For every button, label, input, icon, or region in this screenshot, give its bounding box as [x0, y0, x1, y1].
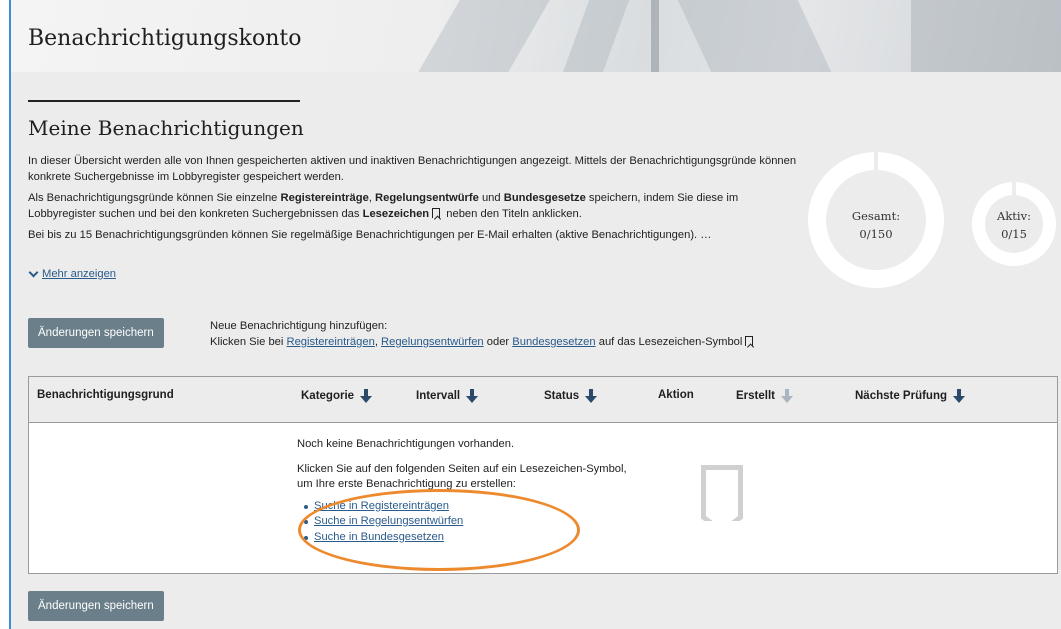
counter-ring-gap	[874, 152, 878, 172]
column-header-grund: Benachrichtigungsgrund	[37, 389, 174, 401]
link-regelungsentwuerfen[interactable]: Regelungsentwürfen	[381, 336, 484, 348]
instruction-text: oder	[483, 336, 513, 348]
intro-bold-bundesgesetze: Bundesgesetze	[503, 192, 586, 204]
link-registereintraegen[interactable]: Registereinträgen	[287, 336, 375, 348]
page-title: Benachrichtigungskonto	[28, 26, 302, 51]
intro-text-part: Als Benachrichtigungsgründe können Sie e…	[28, 192, 281, 204]
show-more-link[interactable]: Mehr anzeigen	[28, 267, 117, 280]
intro-bold-regelungsentwuerfe: Regelungsentwürfe	[375, 192, 479, 204]
section-title: Meine Benachrichtigungen	[28, 116, 304, 140]
column-header-aktion: Aktion	[658, 389, 694, 401]
total-counter: Gesamt: 0/150	[828, 207, 924, 243]
banner-decoration	[651, 0, 659, 72]
table-header: Benachrichtigungsgrund Kategorie Interva…	[29, 377, 1057, 423]
intro-text: In dieser Übersicht werden alle von Ihne…	[28, 154, 808, 250]
column-label: Status	[544, 390, 580, 402]
add-notification-info: Neue Benachrichtigung hinzufügen: Klicke…	[210, 318, 756, 350]
banner-decoration	[396, 0, 556, 72]
show-more-label: Mehr anzeigen	[42, 268, 117, 280]
instruction-text: auf das Lesezeichen-Symbol	[595, 336, 743, 348]
empty-hint-line: um Ihre erste Benachrichtigung zu erstel…	[297, 478, 516, 490]
column-label: Erstellt	[736, 390, 775, 402]
sort-arrow-down-icon	[781, 389, 793, 403]
active-counter-value: 0/15	[1001, 227, 1027, 241]
column-label: Nächste Prüfung	[855, 390, 948, 402]
link-bundesgesetzen[interactable]: Bundesgesetzen	[512, 336, 595, 348]
intro-paragraph-3: Bei bis zu 15 Benachrichtigungsgründen k…	[28, 229, 712, 241]
active-counter: Aktiv: 0/15	[964, 207, 1061, 243]
intro-bold-registereintraege: Registereinträge	[280, 192, 369, 204]
banner-decoration	[549, 0, 633, 72]
column-header-kategorie[interactable]: Kategorie	[301, 389, 373, 403]
add-notification-instructions: Klicken Sie bei Registereinträgen, Regel…	[210, 334, 756, 350]
instruction-text: Klicken Sie bei	[210, 336, 287, 348]
column-header-naechste-pruefung[interactable]: Nächste Prüfung	[855, 389, 966, 403]
sort-arrow-down-icon	[466, 389, 479, 403]
banner-decoration	[911, 0, 1061, 72]
sort-arrow-down-icon	[953, 389, 966, 403]
column-label: Kategorie	[301, 390, 355, 402]
save-changes-button-bottom[interactable]: Änderungen speichern	[28, 591, 164, 621]
empty-state-hint: Klicken Sie auf den folgenden Seiten auf…	[297, 462, 627, 493]
page-frame: Benachrichtigungskonto Meine Benachricht…	[9, 0, 1061, 629]
title-divider	[28, 100, 300, 102]
column-header-erstellt[interactable]: Erstellt	[736, 389, 793, 403]
intro-paragraph-2: Als Benachrichtigungsgründe können Sie e…	[28, 191, 808, 222]
bookmark-placeholder-icon-notch	[701, 495, 743, 521]
intro-text-part: und	[478, 192, 504, 204]
total-counter-label: Gesamt:	[851, 209, 901, 223]
sort-arrow-down-icon	[585, 389, 598, 403]
intro-paragraph-1: In dieser Übersicht werden alle von Ihne…	[28, 155, 797, 183]
bookmark-icon	[432, 207, 441, 218]
active-counter-label: Aktiv:	[997, 209, 1031, 223]
page-header-banner: Benachrichtigungskonto	[11, 0, 1061, 72]
column-label: Benachrichtigungsgrund	[37, 389, 174, 401]
column-header-status[interactable]: Status	[544, 389, 598, 403]
column-label: Intervall	[416, 390, 461, 402]
column-header-intervall[interactable]: Intervall	[416, 389, 479, 403]
highlight-annotation-ellipse	[298, 489, 580, 571]
intro-bold-lesezeichen: Lesezeichen	[362, 207, 430, 220]
total-counter-value: 0/150	[859, 227, 893, 241]
column-label: Aktion	[658, 389, 694, 401]
chevron-down-icon	[28, 267, 39, 277]
counter-ring-gap	[1012, 182, 1016, 196]
intro-text-part: neben den Titeln anklicken.	[443, 207, 582, 220]
banner-decoration	[673, 0, 849, 72]
sort-arrow-down-icon	[360, 389, 373, 403]
bookmark-icon	[745, 336, 754, 346]
save-changes-button-top[interactable]: Änderungen speichern	[28, 318, 164, 348]
empty-hint-line: Klicken Sie auf den folgenden Seiten auf…	[297, 462, 627, 475]
empty-state-title: Noch keine Benachrichtigungen vorhanden.	[297, 438, 515, 450]
add-notification-title: Neue Benachrichtigung hinzufügen:	[210, 320, 388, 332]
